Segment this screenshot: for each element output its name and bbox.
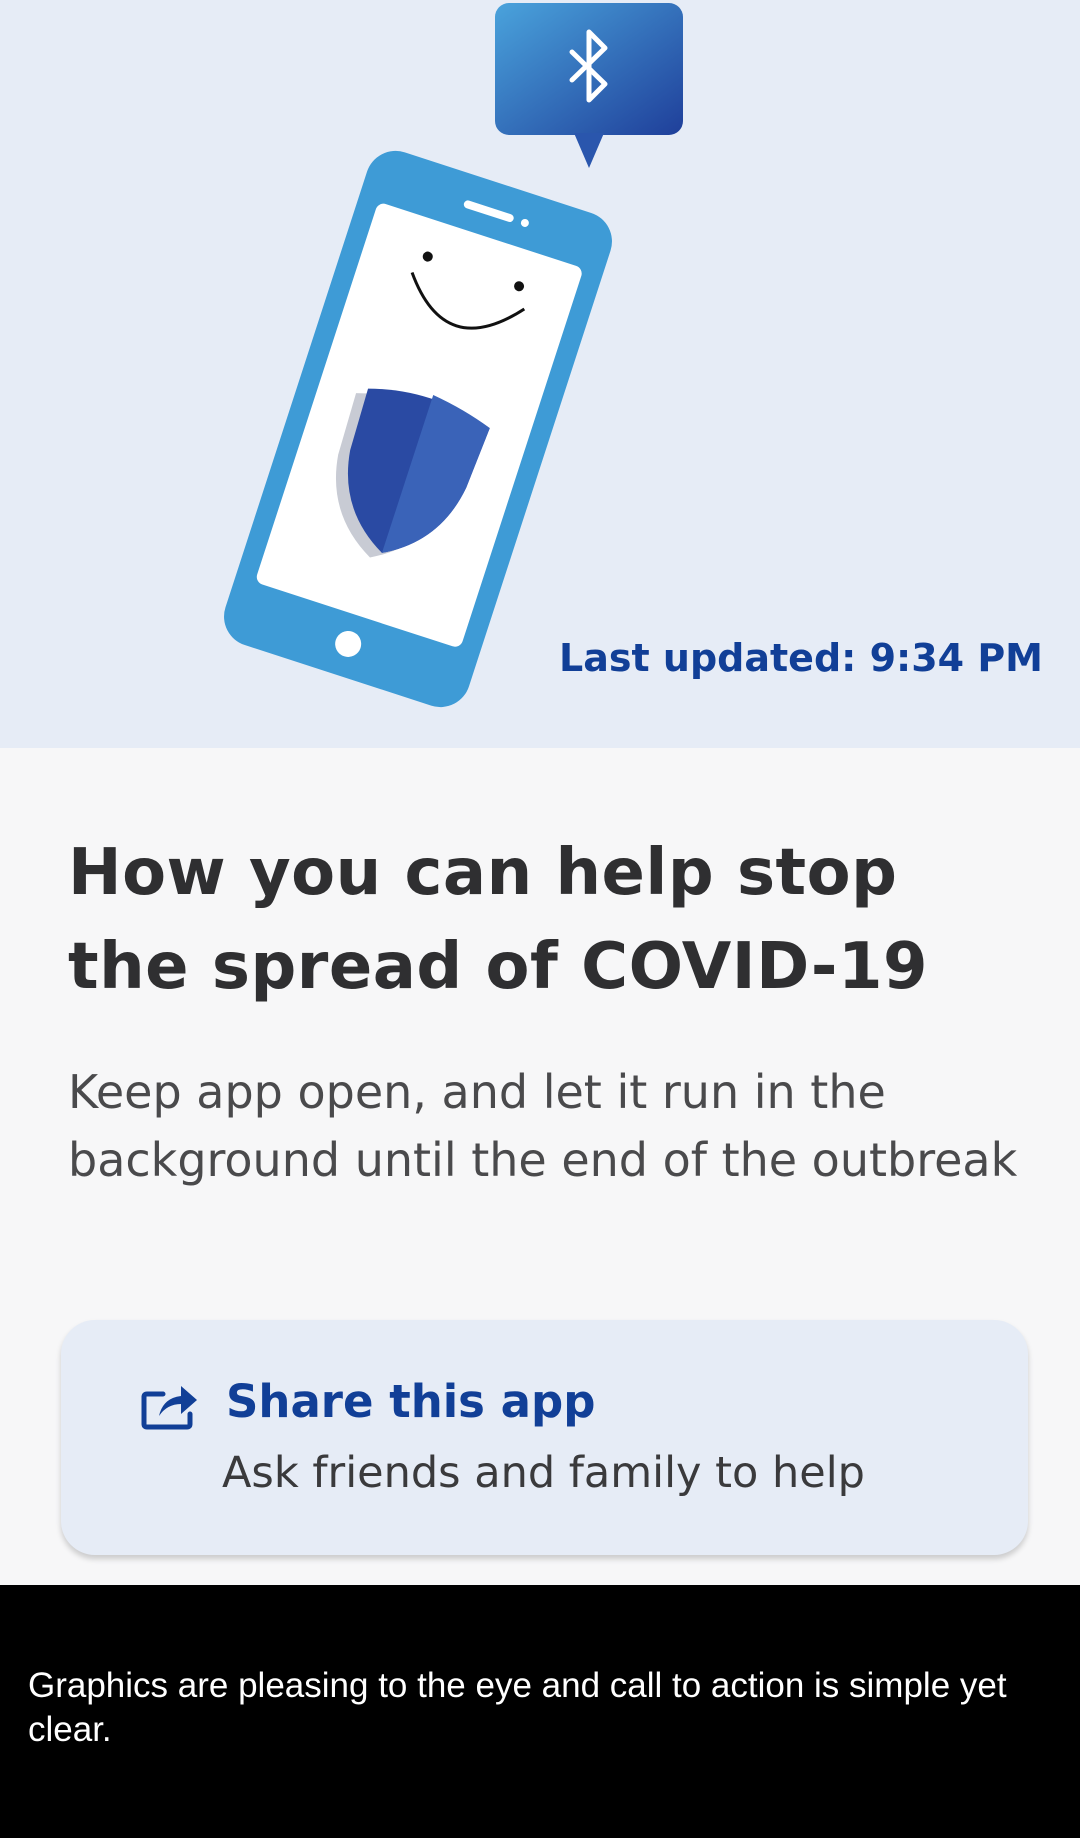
share-app-button[interactable]: Share this app Ask friends and family to… [61, 1320, 1028, 1555]
instruction-text: Keep app open, and let it run in the bac… [68, 1065, 1018, 1187]
page-title: How you can help stop the spread of COVI… [68, 836, 929, 1004]
share-subtitle: Ask friends and family to help [222, 1448, 865, 1498]
hero-section: Last updated: 9:34 PM [0, 0, 1080, 748]
smiling-phone-illustration [224, 150, 612, 708]
last-updated-label: Last updated: 9:34 PM [559, 636, 1043, 680]
main-content: How you can help stop the spread of COVI… [0, 748, 1080, 1585]
share-icon [141, 1386, 197, 1430]
caption-text: Graphics are pleasing to the eye and cal… [28, 1666, 1007, 1749]
bluetooth-bubble-icon [495, 3, 683, 168]
share-title: Share this app [226, 1375, 596, 1428]
